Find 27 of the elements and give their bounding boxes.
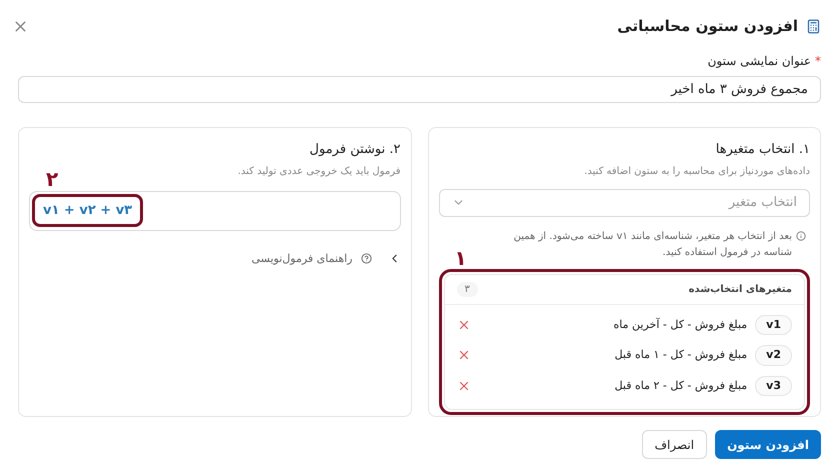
column-title-field[interactable]: مجموع فروش ۳ ماه اخیر — [18, 76, 821, 103]
cancel-button[interactable]: انصراف — [642, 430, 708, 459]
variable-id-tag: v1 — [755, 314, 792, 335]
variable-label: مبلغ فروش - کل - ۱ ماه قبل — [614, 347, 748, 363]
annotation-number: ۲ — [46, 166, 58, 192]
field-label: عنوان نمایشی ستون — [708, 53, 811, 70]
variable-id-tag: v2 — [755, 345, 792, 366]
formula-text: v۱ + v۲ + v۳ — [32, 194, 144, 228]
calculator-icon — [806, 18, 821, 34]
info-text: بعد از انتخاب هر متغیر، شناسه‌ای مانند v۱ ساخته می‌شود. از همین شناسه در فرمول استفاده کنید. — [512, 230, 792, 260]
dialog-title: افزودن ستون محاسباتی — [617, 16, 798, 37]
required-mark: * — [815, 53, 821, 70]
formula-help-toggle[interactable]: راهنمای فرمول‌نویسی — [252, 250, 400, 267]
help-icon — [360, 253, 372, 264]
count-badge: ۳ — [456, 282, 478, 296]
variable-label: مبلغ فروش - کل - آخرین ماه — [614, 316, 748, 333]
add-column-button[interactable]: افزودن ستون — [715, 430, 821, 459]
annotation-number: ۱ — [454, 244, 467, 272]
variable-label: مبلغ فروش - کل - ۲ ماه قبل — [614, 378, 748, 394]
info-icon — [796, 230, 806, 240]
panel-heading: ۱. انتخاب متغیرها — [714, 141, 810, 159]
variable-id-tag: v3 — [755, 376, 792, 396]
panel-heading: ۲. نوشتن فرمول — [308, 141, 400, 159]
panel-description: فرمول باید یک خروجی عددی تولید کند. — [236, 164, 400, 178]
card-title: متغیرهای انتخاب‌شده — [688, 282, 792, 296]
panel-description: داده‌های موردنیاز برای محاسبه را به ستون اضافه کنید. — [583, 164, 810, 178]
select-placeholder: انتخاب متغیر — [728, 194, 797, 212]
